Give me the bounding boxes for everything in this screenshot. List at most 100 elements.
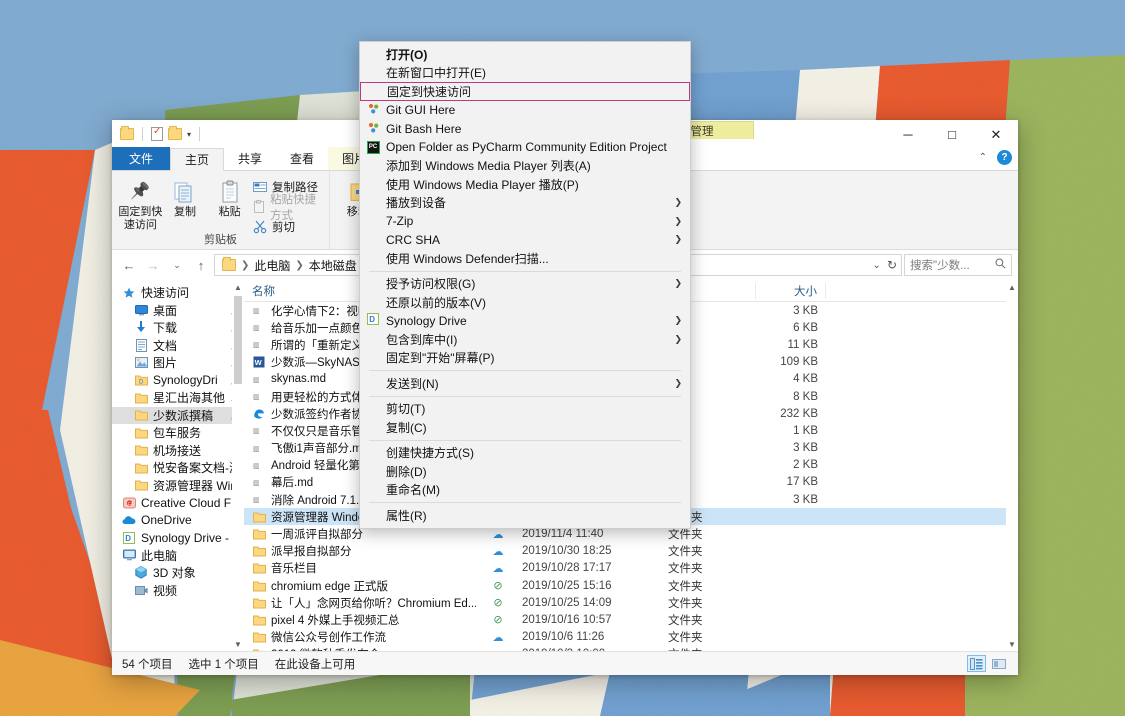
file-name-label: 一周派评自拟部分 <box>271 529 363 542</box>
file-type-cell: 文件夹 <box>668 614 703 627</box>
search-box[interactable]: 搜索"少数... <box>904 254 1012 276</box>
new-folder-icon[interactable] <box>168 126 182 140</box>
context-menu-item[interactable]: 在新窗口中打开(E) <box>360 64 690 83</box>
context-menu-item[interactable]: 使用 Windows Defender扫描... <box>360 249 690 268</box>
context-menu-item[interactable]: 删除(D) <box>360 462 690 481</box>
file-size-cell: 109 KB <box>780 356 818 369</box>
context-menu-item-label: 打开(O) <box>386 47 428 62</box>
file-name-label: 飞傲i1声音部分.md <box>271 443 369 456</box>
nav-item-label: 悦安备案文档-源 <box>153 461 240 476</box>
context-menu-item[interactable]: Git GUI Here <box>360 101 690 120</box>
column-header-size[interactable]: 大小 <box>756 282 826 299</box>
context-menu-item[interactable]: Git Bash Here <box>360 120 690 139</box>
nav-item[interactable]: 悦安备案文档-源 <box>112 459 244 477</box>
table-row[interactable]: 2019 微软秋季发布会 ☁ 2019/10/3 10:00文件夹 <box>244 646 1006 651</box>
nav-item[interactable]: 快速访问 <box>112 284 244 302</box>
context-menu-item[interactable]: 使用 Windows Media Player 播放(P) <box>360 175 690 194</box>
context-menu-item[interactable]: 固定到"开始"屏幕(P) <box>360 349 690 368</box>
context-menu-item[interactable]: 重命名(M) <box>360 481 690 500</box>
context-menu-item[interactable]: 剪切(T) <box>360 400 690 419</box>
minimize-button[interactable]: ─ <box>886 120 930 148</box>
context-menu-item[interactable]: 固定到快速访问 <box>360 82 690 101</box>
context-menu-item[interactable]: 添加到 Windows Media Player 列表(A) <box>360 157 690 176</box>
up-button[interactable]: ↑ <box>190 254 212 276</box>
context-menu-item[interactable]: 播放到设备 ❯ <box>360 194 690 213</box>
nav-item[interactable]: 文档📌 <box>112 337 244 355</box>
paste-shortcut-button[interactable]: 粘贴快捷方式 <box>252 194 323 222</box>
context-menu-item[interactable]: 7-Zip ❯ <box>360 212 690 231</box>
context-menu-item[interactable]: 打开(O) <box>360 45 690 64</box>
nav-item[interactable]: 少数派撰稿📌 <box>112 406 244 424</box>
breadcrumb-this-pc[interactable]: 此电脑 <box>251 257 293 274</box>
search-input[interactable]: 搜索"少数... <box>910 257 970 273</box>
forward-button[interactable]: → <box>142 254 164 276</box>
tab-share[interactable]: 共享 <box>224 147 276 170</box>
tab-view[interactable]: 查看 <box>276 147 328 170</box>
properties-icon[interactable] <box>151 126 163 141</box>
context-menu-item[interactable]: PC Open Folder as PyCharm Community Editi… <box>360 138 690 157</box>
file-size-cell: 3 KB <box>793 304 818 317</box>
context-menu-item[interactable]: CRC SHA ❯ <box>360 231 690 250</box>
table-row[interactable]: chromium edge 正式版 ⊘ 2019/10/25 15:16 文件夹 <box>244 577 1006 594</box>
nav-item[interactable]: DSynologyDri📌 <box>112 372 244 390</box>
context-menu-item[interactable]: 属性(R) <box>360 506 690 525</box>
nav-item[interactable]: 包车服务 <box>112 424 244 442</box>
scroll-up-icon[interactable]: ▲ <box>1006 280 1018 294</box>
details-view-button[interactable] <box>967 655 986 672</box>
recent-locations-button[interactable]: ⌄ <box>166 254 188 276</box>
nav-item[interactable]: 桌面📌 <box>112 302 244 320</box>
svg-text:▥: ▥ <box>253 308 260 315</box>
maximize-button[interactable]: □ <box>930 120 974 148</box>
nav-item-label: 桌面 <box>153 303 178 318</box>
table-row[interactable]: 微信公众号创作工作流 ☁ 2019/10/6 11:26 文件夹 <box>244 629 1006 646</box>
context-menu-item[interactable]: 授予访问权限(G) ❯ <box>360 275 690 294</box>
table-row[interactable]: 音乐栏目 ☁ 2019/10/28 17:17 文件夹 <box>244 560 1006 577</box>
nav-item[interactable]: 3D 对象 <box>112 564 244 582</box>
cloud-icon: ☁ <box>492 562 504 575</box>
context-menu-item[interactable]: 还原以前的版本(V) <box>360 293 690 312</box>
file-list-scrollbar[interactable]: ▲ ▼ <box>1006 280 1018 651</box>
nav-item[interactable]: 下载📌 <box>112 319 244 337</box>
nav-item[interactable]: 此电脑 <box>112 547 244 565</box>
collapse-ribbon-icon[interactable]: ⌃ <box>979 152 987 163</box>
navigation-pane-scrollbar[interactable]: ▲ ▼ <box>232 280 244 651</box>
context-menu-item[interactable]: 发送到(N) ❯ <box>360 374 690 393</box>
md-icon: ▥ <box>252 493 266 506</box>
context-menu-item[interactable]: 创建快捷方式(S) <box>360 444 690 463</box>
context-menu-item[interactable]: D Synology Drive ❯ <box>360 312 690 331</box>
scroll-down-icon[interactable]: ▼ <box>1006 637 1018 651</box>
context-menu-item[interactable]: 复制(C) <box>360 418 690 437</box>
address-dropdown-icon[interactable]: ⌄ <box>873 260 881 271</box>
date-modified-cell: 2019/10/6 11:26 <box>522 631 605 644</box>
table-row[interactable]: 让「人」念网页给你听？Chromium Ed... ⊘ 2019/10/25 14:… <box>244 594 1006 611</box>
refresh-icon[interactable]: ↻ <box>887 258 897 272</box>
nav-item[interactable]: 资源管理器 Win <box>112 477 244 495</box>
divider <box>199 127 201 141</box>
chevron-down-icon[interactable]: ▾ <box>187 130 191 139</box>
scrollbar-thumb[interactable] <box>234 296 242 384</box>
back-button[interactable]: ← <box>118 254 140 276</box>
videos-icon <box>134 583 148 597</box>
close-button[interactable]: ✕ <box>974 120 1018 148</box>
tab-file[interactable]: 文件 <box>112 147 171 170</box>
scroll-up-icon[interactable]: ▲ <box>232 280 244 294</box>
nav-item[interactable]: 视频 <box>112 582 244 600</box>
copy-path-icon-svg <box>252 181 267 192</box>
context-menu-item[interactable]: 包含到库中(I) ❯ <box>360 330 690 349</box>
table-row[interactable]: 派早报自拟部分 ☁ 2019/10/30 18:25 文件夹 <box>244 543 1006 560</box>
nav-item[interactable]: D Synology Drive - <box>112 529 244 547</box>
nav-item[interactable]: Cc Creative Cloud F <box>112 494 244 512</box>
table-row[interactable]: pixel 4 外媒上手视频汇总 ⊘ 2019/10/16 10:57 文件夹 <box>244 611 1006 628</box>
nav-item[interactable]: 机场接送 <box>112 442 244 460</box>
large-icons-view-button[interactable] <box>989 655 1008 672</box>
synced-check-icon: ⊘ <box>493 614 503 627</box>
tab-home[interactable]: 主页 <box>170 148 225 171</box>
nav-item[interactable]: 图片📌 <box>112 354 244 372</box>
folder-icon[interactable] <box>120 126 134 140</box>
nav-item[interactable]: 星汇出海其他📌 <box>112 389 244 407</box>
status-selected-count: 选中 1 个项目 <box>188 658 259 671</box>
scroll-down-icon[interactable]: ▼ <box>232 637 244 651</box>
search-icon[interactable] <box>995 258 1006 272</box>
help-icon[interactable]: ? <box>997 150 1012 165</box>
nav-item[interactable]: OneDrive <box>112 512 244 530</box>
